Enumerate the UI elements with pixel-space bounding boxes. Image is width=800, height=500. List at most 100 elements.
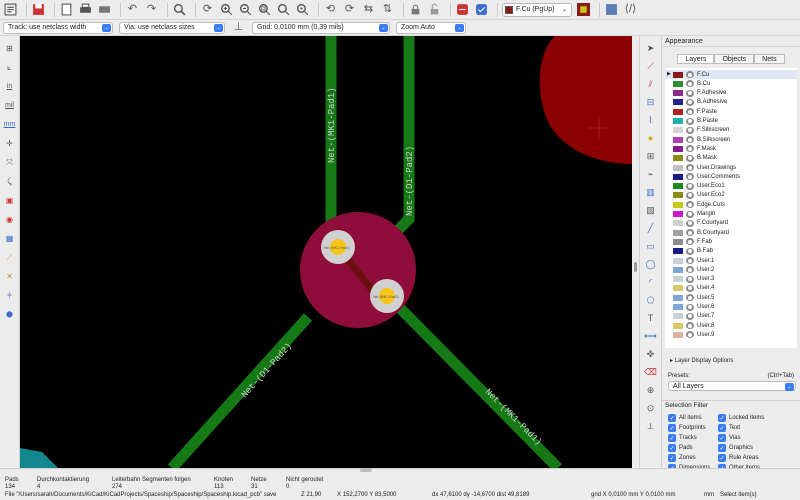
visibility-eye-icon[interactable] (686, 303, 694, 311)
rotate-cw-icon[interactable]: ⟳ (342, 2, 357, 17)
layer-row[interactable]: User.1 (665, 256, 797, 265)
add-zone-icon[interactable]: ▥ (643, 185, 658, 200)
layer-color-swatch[interactable] (673, 266, 683, 273)
show-pads-icon[interactable]: ▣ (2, 193, 17, 208)
visibility-eye-icon[interactable] (686, 71, 694, 78)
scrollbar-thumb[interactable] (634, 262, 637, 272)
layer-row[interactable]: User.2 (665, 265, 797, 274)
scripting-icon[interactable] (604, 2, 619, 17)
inch-units-button[interactable]: in (2, 79, 17, 94)
filter-checkbox[interactable]: ✓ Text (718, 424, 740, 432)
layer-color-swatch[interactable] (673, 294, 683, 301)
layer-color-swatch[interactable] (673, 220, 683, 227)
visibility-eye-icon[interactable] (686, 136, 694, 144)
layer-color-swatch[interactable] (673, 322, 683, 329)
track-outline-icon[interactable]: ✕ (2, 269, 17, 284)
track-via-settings-icon[interactable]: ⊥ (231, 20, 246, 35)
visibility-eye-icon[interactable] (686, 322, 694, 330)
visibility-eye-icon[interactable] (686, 164, 694, 171)
visibility-eye-icon[interactable] (686, 108, 694, 116)
layer-row[interactable]: User.3 (665, 275, 797, 284)
layer-color-swatch[interactable] (673, 313, 683, 320)
microwave-icon[interactable]: ⌁ (643, 167, 658, 182)
layer-row[interactable]: User.4 (665, 284, 797, 293)
grid-select[interactable]: Grid: 0,0100 mm (0,39 mils) ⌄ (252, 21, 390, 34)
add-rect-icon[interactable]: ▭ (643, 239, 658, 254)
page-settings-icon[interactable] (59, 2, 74, 17)
layer-row[interactable]: B.Paste (665, 117, 797, 126)
tab-layers[interactable]: Layers (677, 54, 715, 64)
layer-row[interactable]: User.5 (665, 293, 797, 302)
filter-checkbox[interactable]: ✓ Graphics (718, 444, 753, 452)
visibility-eye-icon[interactable] (686, 312, 694, 320)
layer-row[interactable]: F.Paste (665, 107, 797, 116)
layers-manager-icon[interactable]: ⬢ (2, 307, 17, 322)
visibility-eye-icon[interactable] (686, 191, 694, 199)
visibility-eye-icon[interactable] (686, 331, 694, 339)
add-circle-icon[interactable]: ◯ (643, 257, 658, 272)
visibility-eye-icon[interactable] (686, 126, 694, 134)
visibility-eye-icon[interactable] (686, 238, 694, 246)
add-line-icon[interactable]: ╱ (643, 221, 658, 236)
zone-outline-icon[interactable]: ⟋ (2, 250, 17, 265)
visibility-eye-icon[interactable] (686, 210, 694, 218)
layer-row[interactable]: B.Cu (665, 79, 797, 88)
layer-color-swatch[interactable] (673, 229, 683, 236)
filter-checkbox[interactable]: ✓ Vias (718, 434, 741, 442)
layer-row[interactable]: User.Comments (665, 172, 797, 181)
visibility-eye-icon[interactable] (686, 257, 694, 264)
visibility-eye-icon[interactable] (686, 201, 694, 209)
active-layer-select[interactable]: F.Cu (PgUp) ⌄ (502, 2, 572, 17)
plot-icon[interactable] (97, 2, 112, 17)
layer-color-swatch[interactable] (673, 108, 683, 115)
layer-color-swatch[interactable] (673, 304, 683, 310)
pcb-canvas[interactable]: Net-(MK1-Pad1) Net-(D1-Pad2) Net-(D1-Pad… (20, 36, 632, 468)
visibility-eye-icon[interactable] (686, 154, 694, 162)
route-track-icon[interactable]: ⟋ (643, 59, 658, 74)
layer-row[interactable]: Edge.Cuts (665, 200, 797, 209)
layer-pair-icon[interactable] (576, 2, 591, 17)
layer-row[interactable]: User.Drawings (665, 163, 797, 172)
layer-row[interactable]: B.Adhesive (665, 98, 797, 107)
layer-row[interactable]: User.Eco2 (665, 191, 797, 200)
layer-color-swatch[interactable] (673, 192, 683, 199)
layer-row[interactable]: F.Fab (665, 237, 797, 246)
board-setup-icon[interactable] (3, 2, 18, 17)
visibility-eye-icon[interactable] (686, 182, 694, 190)
visibility-eye-icon[interactable] (686, 275, 694, 283)
refresh-icon[interactable]: ⟳ (200, 2, 215, 17)
mil-units-button[interactable]: mil (2, 98, 17, 113)
layer-row[interactable]: B.Courtyard (665, 228, 797, 237)
layer-row[interactable]: User.9 (665, 330, 797, 339)
filter-checkbox[interactable]: ✓ Footprints (668, 424, 706, 432)
zone-fill-icon[interactable]: ▦ (2, 231, 17, 246)
add-via-icon[interactable]: ● (643, 131, 658, 146)
tab-objects[interactable]: Objects (714, 54, 755, 64)
tune-skew-icon[interactable]: ⌇ (643, 113, 658, 128)
netlist-icon[interactable] (455, 2, 470, 17)
filter-checkbox[interactable]: ✓ All items (668, 414, 702, 422)
tab-nets[interactable]: Nets (754, 54, 785, 64)
tune-length-icon[interactable]: ⊟ (643, 95, 658, 110)
ratsnest-icon[interactable]: ⤧ (2, 155, 17, 170)
add-text-icon[interactable]: T (643, 311, 658, 326)
layer-row[interactable]: User.8 (665, 321, 797, 330)
flip-icon[interactable]: ⇅ (380, 2, 395, 17)
layer-color-swatch[interactable] (673, 276, 683, 283)
show-grid-icon[interactable]: ⊞ (2, 41, 17, 56)
undo-icon[interactable]: ↶ (125, 2, 140, 17)
layer-row[interactable]: B.Fab (665, 247, 797, 256)
add-target-icon[interactable]: ✜ (643, 347, 658, 362)
zoom-out-icon[interactable] (238, 2, 253, 17)
layer-color-swatch[interactable] (673, 136, 683, 143)
zoom-select[interactable]: Zoom Auto ⌄ (396, 21, 466, 34)
layer-color-swatch[interactable] (673, 90, 683, 97)
layer-color-swatch[interactable] (673, 201, 683, 208)
filter-checkbox[interactable]: ✓ Locked items (718, 414, 764, 422)
rotate-ccw-icon[interactable]: ⟲ (323, 2, 338, 17)
layer-color-swatch[interactable] (673, 285, 683, 292)
resize-handle[interactable] (360, 468, 372, 472)
layer-color-swatch[interactable] (673, 173, 683, 180)
visibility-eye-icon[interactable] (686, 145, 694, 153)
layer-row[interactable]: B.Silkscreen (665, 135, 797, 144)
